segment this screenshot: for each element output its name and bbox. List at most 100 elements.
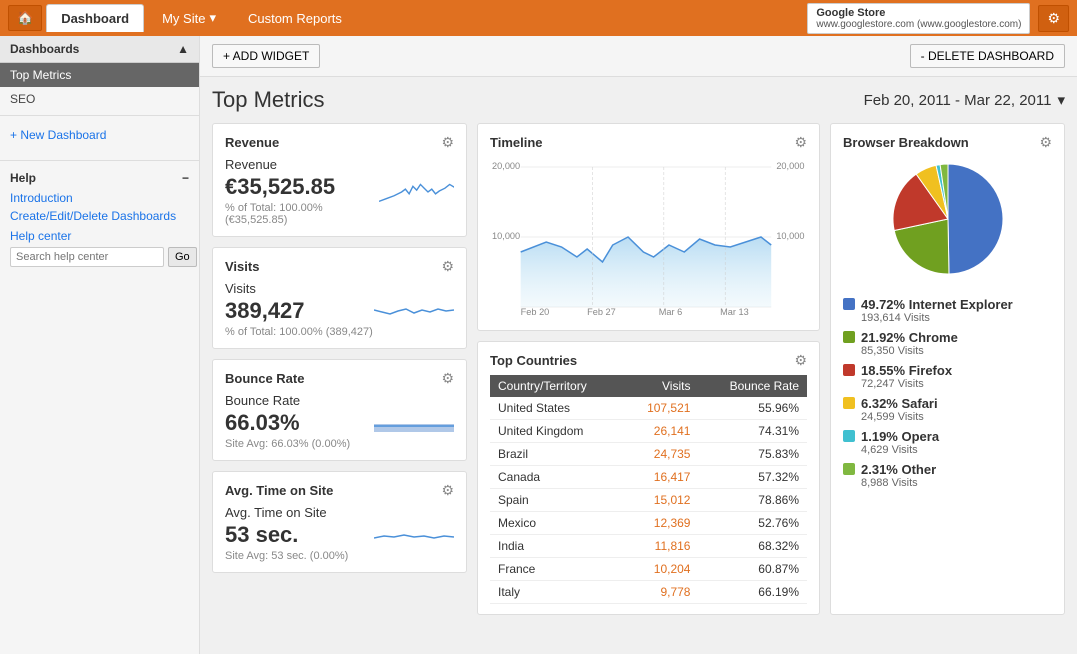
legend-color-swatch bbox=[843, 397, 855, 409]
add-widget-button[interactable]: + ADD WIDGET bbox=[212, 44, 320, 68]
visits-widget: Visits ⚙ Visits 389,427 % of Total: 100.… bbox=[212, 247, 467, 349]
sidebar: Dashboards ▲ Top Metrics SEO + New Dashb… bbox=[0, 36, 200, 654]
visits-metric-data: Visits 389,427 % of Total: 100.00% (389,… bbox=[225, 281, 373, 338]
table-row: United Kingdom26,14174.31% bbox=[490, 420, 807, 443]
dashboard-tab[interactable]: Dashboard bbox=[46, 4, 144, 32]
legend-percentage: 21.92% Chrome bbox=[861, 330, 958, 345]
sidebar-collapse-icon[interactable]: ▲ bbox=[177, 42, 189, 56]
visits-gear-icon[interactable]: ⚙ bbox=[441, 258, 454, 275]
countries-table: Country/Territory Visits Bounce Rate Uni… bbox=[490, 375, 807, 604]
timeline-widget: Timeline ⚙ 20,000 10,000 20,000 10,000 bbox=[477, 123, 820, 331]
revenue-metric-sub: % of Total: 100.00% (€35,525.85) bbox=[225, 202, 379, 226]
svg-text:Mar 13: Mar 13 bbox=[720, 307, 749, 317]
svg-text:Mar 6: Mar 6 bbox=[659, 307, 683, 317]
legend-color-swatch bbox=[843, 298, 855, 310]
bounce-gear-icon[interactable]: ⚙ bbox=[441, 370, 454, 387]
browser-header: Browser Breakdown ⚙ bbox=[843, 134, 1052, 151]
create-edit-delete-link[interactable]: Create/Edit/Delete Dashboards bbox=[10, 209, 189, 223]
settings-button[interactable]: ⚙ bbox=[1038, 5, 1069, 32]
legend-text: 21.92% Chrome85,350 Visits bbox=[861, 330, 958, 357]
visits-metric-label: Visits bbox=[225, 281, 373, 296]
svg-text:20,000: 20,000 bbox=[492, 161, 520, 171]
countries-title: Top Countries bbox=[490, 353, 577, 368]
sidebar-header: Dashboards ▲ bbox=[0, 36, 199, 63]
legend-visits-count: 24,599 Visits bbox=[861, 411, 938, 423]
countries-header: Top Countries ⚙ bbox=[490, 352, 807, 369]
browser-legend: 49.72% Internet Explorer193,614 Visits21… bbox=[843, 297, 1052, 489]
svg-text:Feb 20: Feb 20 bbox=[521, 307, 550, 317]
visits-metric-sub: % of Total: 100.00% (389,427) bbox=[225, 326, 373, 338]
table-row: Spain15,01278.86% bbox=[490, 489, 807, 512]
browser-gear-icon[interactable]: ⚙ bbox=[1039, 134, 1052, 151]
table-row: Mexico12,36952.76% bbox=[490, 512, 807, 535]
home-button[interactable]: 🏠 bbox=[8, 5, 42, 31]
page-header: Top Metrics Feb 20, 2011 - Mar 22, 2011 … bbox=[200, 77, 1077, 123]
revenue-gear-icon[interactable]: ⚙ bbox=[441, 134, 454, 151]
svg-text:10,000: 10,000 bbox=[492, 231, 520, 241]
legend-item: 21.92% Chrome85,350 Visits bbox=[843, 330, 1052, 357]
col-bounce: Bounce Rate bbox=[698, 375, 807, 397]
table-row: France10,20460.87% bbox=[490, 558, 807, 581]
revenue-metric-data: Revenue €35,525.85 % of Total: 100.00% (… bbox=[225, 157, 379, 226]
account-name: Google Store bbox=[816, 7, 1021, 19]
right-column: Browser Breakdown ⚙ 49.72% bbox=[830, 123, 1065, 615]
legend-percentage: 1.19% Opera bbox=[861, 429, 939, 444]
visits-sparkline bbox=[374, 292, 454, 327]
revenue-widget: Revenue ⚙ Revenue €35,525.85 % of Total:… bbox=[212, 123, 467, 237]
avgtime-metric-label: Avg. Time on Site bbox=[225, 505, 348, 520]
dashboards-label: Dashboards bbox=[10, 42, 79, 56]
help-collapse-icon[interactable]: − bbox=[182, 171, 189, 185]
table-row: Canada16,41757.32% bbox=[490, 466, 807, 489]
widget-grid: Revenue ⚙ Revenue €35,525.85 % of Total:… bbox=[200, 123, 1077, 627]
sidebar-item-seo[interactable]: SEO bbox=[0, 87, 199, 111]
legend-visits-count: 85,350 Visits bbox=[861, 345, 958, 357]
table-row: India11,81668.32% bbox=[490, 535, 807, 558]
sidebar-item-top-metrics[interactable]: Top Metrics bbox=[0, 63, 199, 87]
timeline-header: Timeline ⚙ bbox=[490, 134, 807, 151]
bounce-rate-widget: Bounce Rate ⚙ Bounce Rate 66.03% Site Av… bbox=[212, 359, 467, 461]
legend-color-swatch bbox=[843, 430, 855, 442]
visits-metric-value: 389,427 bbox=[225, 298, 373, 324]
legend-item: 18.55% Firefox72,247 Visits bbox=[843, 363, 1052, 390]
avgtime-metric-value: 53 sec. bbox=[225, 522, 348, 548]
avgtime-metric-sub: Site Avg: 53 sec. (0.00%) bbox=[225, 550, 348, 562]
browser-widget: Browser Breakdown ⚙ 49.72% bbox=[830, 123, 1065, 615]
legend-color-swatch bbox=[843, 463, 855, 475]
delete-dashboard-button[interactable]: - DELETE DASHBOARD bbox=[910, 44, 1065, 68]
timeline-gear-icon[interactable]: ⚙ bbox=[794, 134, 807, 151]
avgtime-title: Avg. Time on Site bbox=[225, 483, 333, 498]
legend-item: 2.31% Other8,988 Visits bbox=[843, 462, 1052, 489]
legend-color-swatch bbox=[843, 331, 855, 343]
svg-text:Feb 27: Feb 27 bbox=[587, 307, 616, 317]
help-search-input[interactable] bbox=[10, 247, 164, 267]
legend-text: 2.31% Other8,988 Visits bbox=[861, 462, 936, 489]
page-title: Top Metrics bbox=[212, 87, 324, 113]
countries-gear-icon[interactable]: ⚙ bbox=[794, 352, 807, 369]
account-selector[interactable]: Google Store www.googlestore.com (www.go… bbox=[807, 3, 1030, 34]
help-section: Help − Introduction Create/Edit/Delete D… bbox=[0, 160, 199, 277]
bounce-metric-label: Bounce Rate bbox=[225, 393, 350, 408]
date-range-selector[interactable]: Feb 20, 2011 - Mar 22, 2011 ▾ bbox=[864, 91, 1065, 109]
legend-text: 18.55% Firefox72,247 Visits bbox=[861, 363, 952, 390]
svg-text:10,000: 10,000 bbox=[776, 231, 804, 241]
countries-widget: Top Countries ⚙ Country/Territory Visits… bbox=[477, 341, 820, 615]
legend-percentage: 2.31% Other bbox=[861, 462, 936, 477]
left-column: Revenue ⚙ Revenue €35,525.85 % of Total:… bbox=[212, 123, 467, 615]
revenue-metric-value: €35,525.85 bbox=[225, 174, 379, 200]
help-center-link[interactable]: Help center bbox=[10, 229, 189, 243]
bounce-rate-title: Bounce Rate bbox=[225, 371, 304, 386]
bounce-metric-data: Bounce Rate 66.03% Site Avg: 66.03% (0.0… bbox=[225, 393, 350, 450]
toolbar-bar: + ADD WIDGET - DELETE DASHBOARD bbox=[200, 36, 1077, 77]
help-search-go-button[interactable]: Go bbox=[168, 247, 197, 267]
new-dashboard-link[interactable]: + New Dashboard bbox=[0, 120, 199, 150]
avgtime-gear-icon[interactable]: ⚙ bbox=[441, 482, 454, 499]
mysite-tab[interactable]: My Site ▾ bbox=[148, 4, 230, 32]
avgtime-metric-data: Avg. Time on Site 53 sec. Site Avg: 53 s… bbox=[225, 505, 348, 562]
introduction-link[interactable]: Introduction bbox=[10, 191, 189, 205]
date-range-text: Feb 20, 2011 - Mar 22, 2011 bbox=[864, 92, 1052, 109]
timeline-title: Timeline bbox=[490, 135, 543, 150]
legend-text: 1.19% Opera4,629 Visits bbox=[861, 429, 939, 456]
legend-item: 1.19% Opera4,629 Visits bbox=[843, 429, 1052, 456]
custom-reports-tab[interactable]: Custom Reports bbox=[234, 5, 356, 32]
help-search-row: Go bbox=[10, 247, 189, 267]
